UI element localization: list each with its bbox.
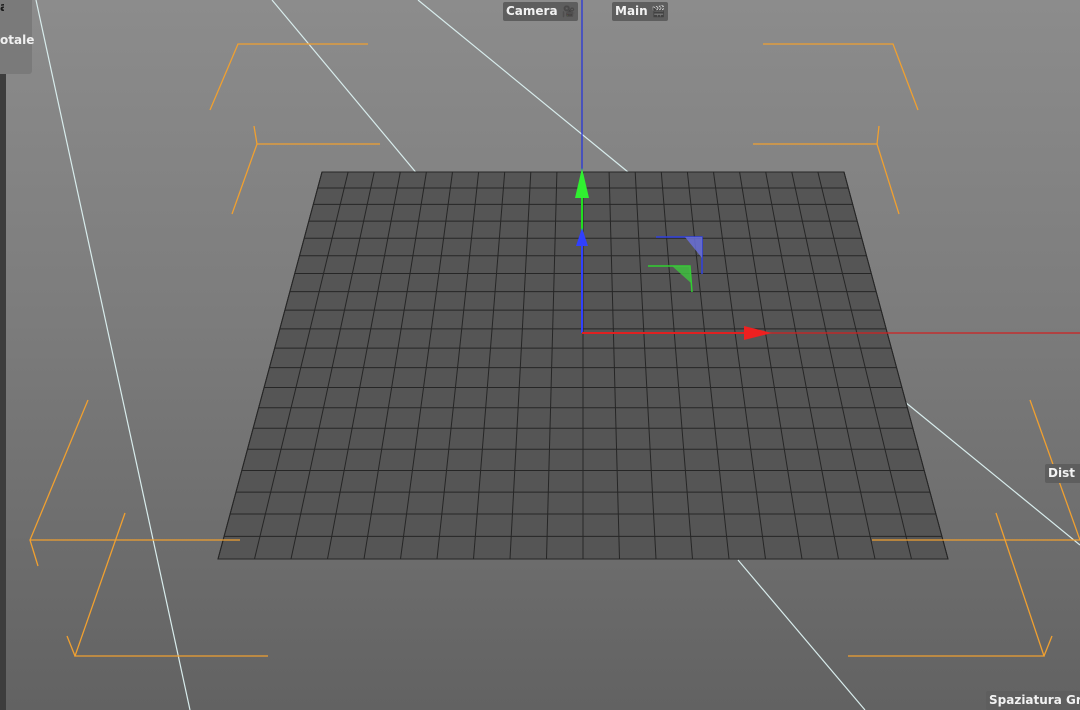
3d-viewport[interactable]: a otale Camera 🎥 Main 🎬 Dist : Spaziatur… bbox=[0, 0, 1080, 710]
distance-label: Dist : bbox=[1048, 466, 1080, 480]
distance-readout: Dist : bbox=[1045, 464, 1080, 483]
left-info-panel: a otale bbox=[0, 0, 35, 74]
left-panel-edge bbox=[0, 0, 6, 710]
viewport-scene[interactable] bbox=[0, 0, 1080, 710]
camera-menu-button[interactable]: Camera 🎥 bbox=[503, 2, 579, 21]
clapperboard-icon: 🎬 bbox=[651, 5, 666, 18]
video-camera-icon: 🎥 bbox=[561, 5, 576, 18]
grid-spacing-label: Spaziatura Grig bbox=[989, 693, 1080, 707]
grid-spacing-readout: Spaziatura Grig bbox=[986, 691, 1080, 710]
camera-menu-label: Camera bbox=[506, 4, 558, 18]
main-menu-button[interactable]: Main 🎬 bbox=[612, 2, 669, 21]
main-menu-label: Main bbox=[615, 4, 648, 18]
left-panel-top-text: a bbox=[0, 0, 4, 14]
left-panel-label: otale bbox=[0, 33, 35, 47]
